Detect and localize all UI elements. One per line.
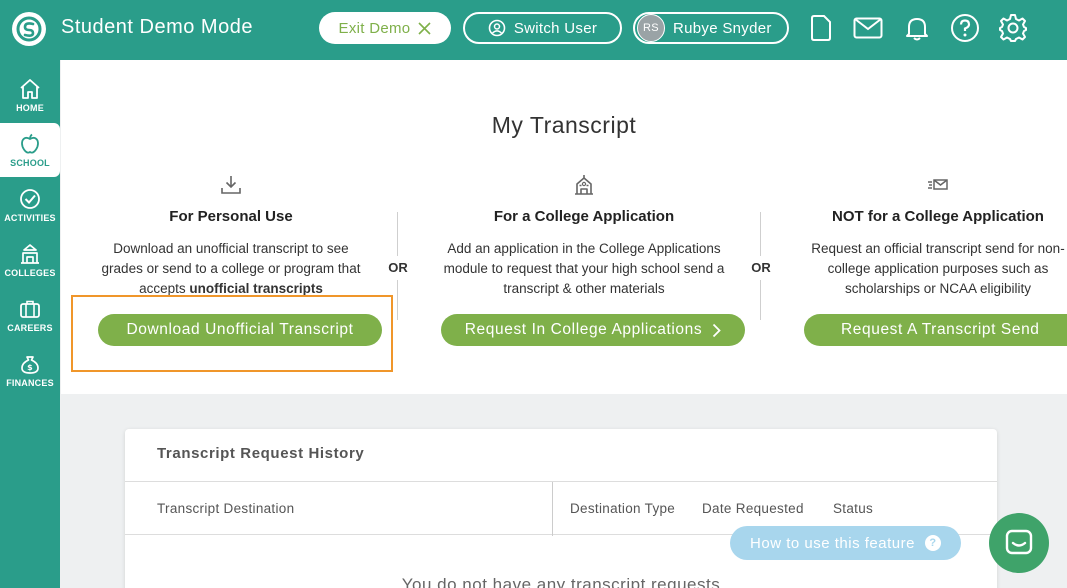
desc-text: accepts xyxy=(139,281,190,296)
option-heading: NOT for a College Application xyxy=(832,208,1044,225)
how-to-use-button[interactable]: How to use this feature ? xyxy=(730,526,961,560)
help-icon[interactable] xyxy=(950,13,980,43)
column-divider xyxy=(552,482,553,536)
highlight-box xyxy=(71,295,393,372)
sidebar-item-label: COLLEGES xyxy=(4,267,56,278)
document-icon[interactable] xyxy=(806,13,836,43)
chat-launcher-button[interactable] xyxy=(989,513,1049,573)
user-menu-button[interactable]: RS Rubye Snyder xyxy=(633,12,789,44)
money-bag-icon: $ xyxy=(21,355,39,374)
svg-text:$: $ xyxy=(27,363,33,372)
bell-icon[interactable] xyxy=(902,13,932,43)
column-header-destination[interactable]: Transcript Destination xyxy=(157,501,294,516)
sidebar: HOME SCHOOL ACTIVITIES COLLEGES CAREERS … xyxy=(0,60,60,588)
sidebar-item-careers[interactable]: CAREERS xyxy=(0,288,60,342)
apple-icon xyxy=(21,133,39,153)
exit-demo-button[interactable]: Exit Demo xyxy=(319,12,451,44)
sidebar-item-school[interactable]: SCHOOL xyxy=(0,123,60,177)
request-in-college-applications-button[interactable]: Request In College Applications xyxy=(441,314,745,346)
how-to-use-label: How to use this feature xyxy=(750,534,915,552)
personal-use-option: For Personal Use Download an unofficial … xyxy=(81,172,381,299)
sidebar-item-colleges[interactable]: COLLEGES xyxy=(0,233,60,287)
sidebar-item-label: SCHOOL xyxy=(10,157,50,168)
non-college-option: NOT for a College Application Request an… xyxy=(793,172,1067,299)
option-description: Add an application in the College Applic… xyxy=(426,239,742,299)
question-icon: ? xyxy=(924,535,941,551)
sidebar-item-finances[interactable]: $ FINANCES xyxy=(0,343,60,397)
desc-line: college application purposes such as xyxy=(827,261,1049,276)
user-circle-icon xyxy=(488,19,506,37)
button-label: Request A Transcript Send xyxy=(841,321,1040,338)
desc-line: scholarships or NCAA eligibility xyxy=(844,281,1032,296)
sidebar-item-activities[interactable]: ACTIVITIES xyxy=(0,178,60,232)
school-building-icon xyxy=(426,172,742,198)
mail-icon[interactable] xyxy=(853,13,883,43)
column-header-date-requested[interactable]: Date Requested xyxy=(702,501,804,516)
briefcase-icon xyxy=(20,300,40,318)
chevron-right-icon xyxy=(713,323,722,337)
send-mail-icon xyxy=(793,172,1067,198)
user-name: Rubye Snyder xyxy=(673,19,772,37)
desc-line: module to request that your high school … xyxy=(443,261,725,276)
empty-state-message: You do not have any transcript requests xyxy=(401,575,721,588)
desc-line: Request an official transcript send for … xyxy=(811,241,1065,256)
sidebar-item-label: ACTIVITIES xyxy=(4,212,56,223)
switch-user-button[interactable]: Switch User xyxy=(463,12,622,44)
exit-demo-label: Exit Demo xyxy=(338,19,411,37)
home-icon xyxy=(20,78,40,99)
building-icon xyxy=(21,243,39,264)
or-divider: OR xyxy=(749,212,773,320)
option-heading: For Personal Use xyxy=(169,208,293,225)
sidebar-item-label: HOME xyxy=(16,102,44,113)
transcript-history-card: Transcript Request History Transcript De… xyxy=(125,429,997,588)
desc-line: transcript & other materials xyxy=(503,281,665,296)
column-header-status[interactable]: Status xyxy=(833,501,873,516)
desc-bold-text: unofficial transcripts xyxy=(189,281,323,296)
column-header-destination-type[interactable]: Destination Type xyxy=(570,501,675,516)
logo-icon[interactable] xyxy=(12,12,46,46)
avatar: RS xyxy=(637,14,665,42)
sidebar-item-label: CAREERS xyxy=(7,322,53,333)
or-label: OR xyxy=(388,260,408,275)
desc-line: Add an application in the College Applic… xyxy=(447,241,721,256)
switch-user-label: Switch User xyxy=(513,19,598,37)
option-heading: For a College Application xyxy=(493,208,675,225)
history-title: Transcript Request History xyxy=(157,445,365,462)
sidebar-item-label: FINANCES xyxy=(6,377,54,388)
or-label: OR xyxy=(751,260,771,275)
option-description: Download an unofficial transcript to see… xyxy=(81,239,381,299)
sidebar-item-home[interactable]: HOME xyxy=(0,68,60,122)
download-icon xyxy=(81,172,381,198)
college-application-option: For a College Application Add an applica… xyxy=(426,172,742,299)
button-label: Request In College Applications xyxy=(464,321,703,338)
check-circle-icon xyxy=(20,188,40,209)
page-title: My Transcript xyxy=(491,112,637,138)
app-title: Student Demo Mode xyxy=(61,16,253,38)
desc-line: Download an unofficial transcript to see xyxy=(113,241,349,256)
close-icon xyxy=(418,21,432,35)
top-bar: Student Demo Mode Exit Demo Switch User … xyxy=(0,0,1067,60)
option-description: Request an official transcript send for … xyxy=(793,239,1067,299)
chat-icon xyxy=(1005,529,1033,555)
desc-line: grades or send to a college or program t… xyxy=(101,261,361,276)
request-transcript-send-button[interactable]: Request A Transcript Send xyxy=(804,314,1067,346)
gear-icon[interactable] xyxy=(998,13,1028,43)
